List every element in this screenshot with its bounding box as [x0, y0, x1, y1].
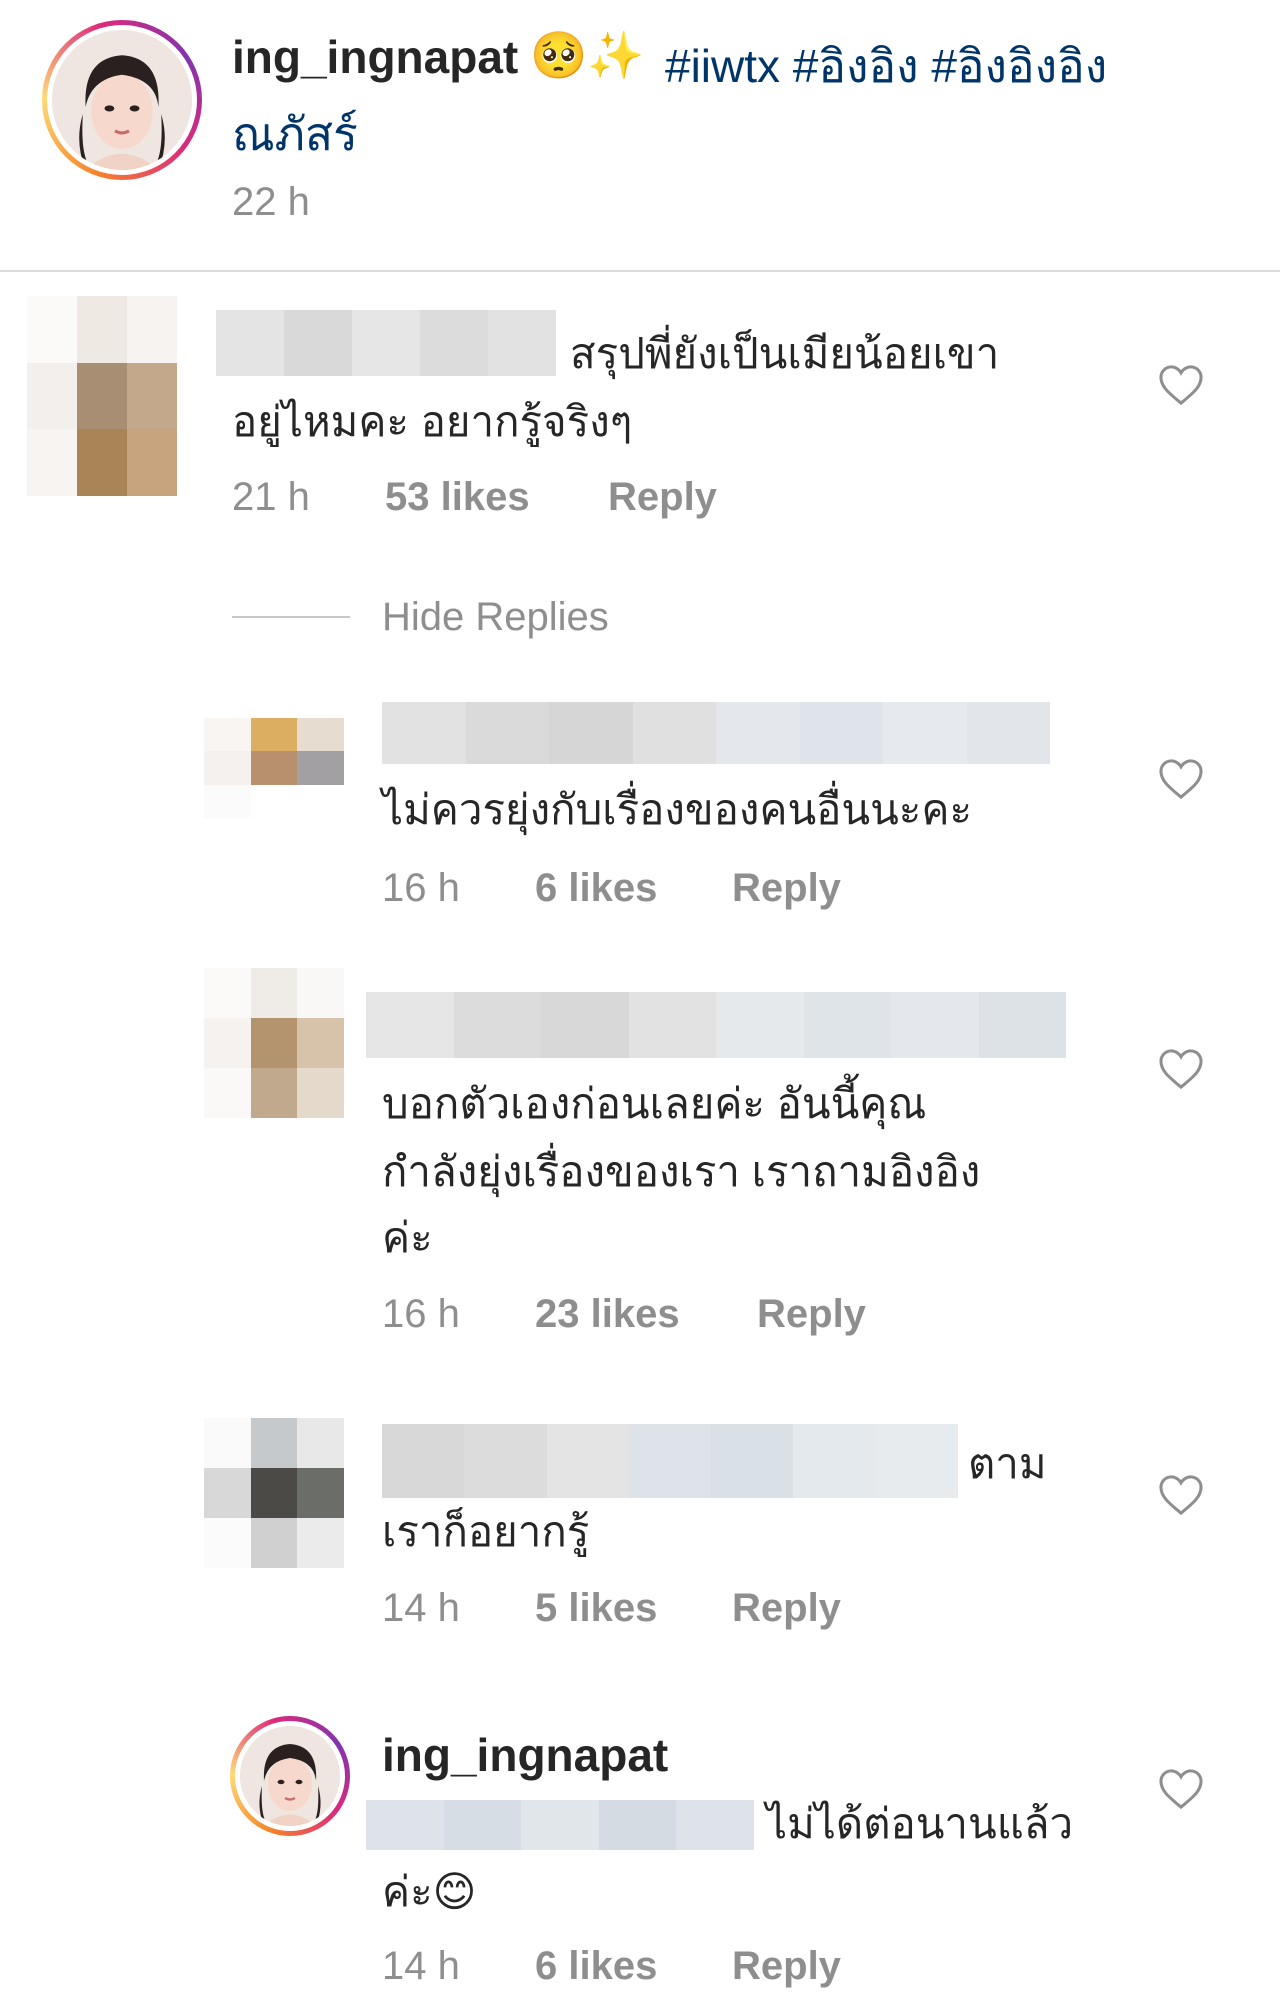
heart-outline-icon[interactable]	[1158, 1048, 1204, 1090]
reply-text-line-3: ค่ะ	[382, 1214, 433, 1261]
reply-avatar[interactable]	[204, 1418, 344, 1568]
hide-replies-line	[232, 616, 350, 618]
reply-reply-button[interactable]: Reply	[732, 1586, 841, 1631]
caption-author-avatar[interactable]	[42, 20, 202, 180]
reply-avatar[interactable]	[204, 968, 344, 1118]
heart-outline-icon[interactable]	[1158, 364, 1204, 406]
reply-text-line-2: ค่ะ😊	[382, 1868, 477, 1915]
redacted-mention	[366, 1800, 754, 1850]
reply-timestamp: 16 h	[382, 866, 460, 910]
comment-timestamp: 21 h	[232, 475, 310, 519]
comment-avatar[interactable]	[27, 296, 177, 496]
heart-outline-icon[interactable]	[1158, 1768, 1204, 1810]
reply-reply-button[interactable]: Reply	[757, 1292, 866, 1337]
reply-username[interactable]: ing_ingnapat	[382, 1728, 668, 1782]
reply-likes-count[interactable]: 6 likes	[535, 1944, 657, 1989]
caption-username[interactable]: ing_ingnapat	[232, 30, 518, 84]
reply-text-inline: ตาม	[968, 1440, 1047, 1487]
heart-outline-icon[interactable]	[1158, 1474, 1204, 1516]
reply-timestamp: 14 h	[382, 1944, 460, 1988]
redacted-username	[366, 992, 1066, 1058]
caption-hashtags-continued[interactable]: ณภัสร์	[232, 98, 358, 171]
comment-likes-count[interactable]: 53 likes	[385, 475, 530, 520]
hide-replies-button[interactable]: Hide Replies	[382, 595, 609, 640]
comment-text-line-2: อยู่ไหมคะ อยากรู้จริงๆ	[232, 398, 633, 445]
reply-likes-count[interactable]: 23 likes	[535, 1292, 680, 1337]
reply-likes-count[interactable]: 5 likes	[535, 1586, 657, 1631]
caption-divider	[0, 270, 1280, 272]
reply-reply-button[interactable]: Reply	[732, 866, 841, 911]
reply-text-line-2: เราก็อยากรู้	[382, 1508, 590, 1555]
redacted-username	[382, 702, 1050, 764]
comment-reply-button[interactable]: Reply	[608, 475, 717, 520]
reply-timestamp: 14 h	[382, 1586, 460, 1630]
caption-emoji: 🥺✨	[530, 29, 645, 81]
caption-timestamp: 22 h	[232, 180, 310, 224]
reply-text-inline: ไม่ได้ต่อนานแล้ว	[766, 1800, 1074, 1847]
redacted-username	[216, 310, 556, 376]
redacted-username	[382, 1424, 958, 1498]
reply-likes-count[interactable]: 6 likes	[535, 866, 657, 911]
reply-reply-button[interactable]: Reply	[732, 1944, 841, 1989]
caption-hashtags[interactable]: #iiwtx #อิงอิง #อิงอิงอิง	[665, 30, 1107, 103]
reply-avatar[interactable]	[204, 718, 344, 818]
reply-text-line-1: ไม่ควรยุ่งกับเรื่องของคนอื่นนะคะ	[382, 786, 973, 833]
reply-text-line-1: บอกตัวเองก่อนเลยค่ะ อันนี้คุณ	[382, 1080, 927, 1127]
heart-outline-icon[interactable]	[1158, 758, 1204, 800]
reply-author-avatar[interactable]	[230, 1716, 350, 1836]
reply-timestamp: 16 h	[382, 1292, 460, 1336]
comment-text-line-1: สรุปพี่ยังเป็นเมียน้อยเขา	[570, 330, 1000, 377]
reply-text-line-2: กำลังยุ่งเรื่องของเรา เราถามอิงอิง	[382, 1148, 981, 1195]
